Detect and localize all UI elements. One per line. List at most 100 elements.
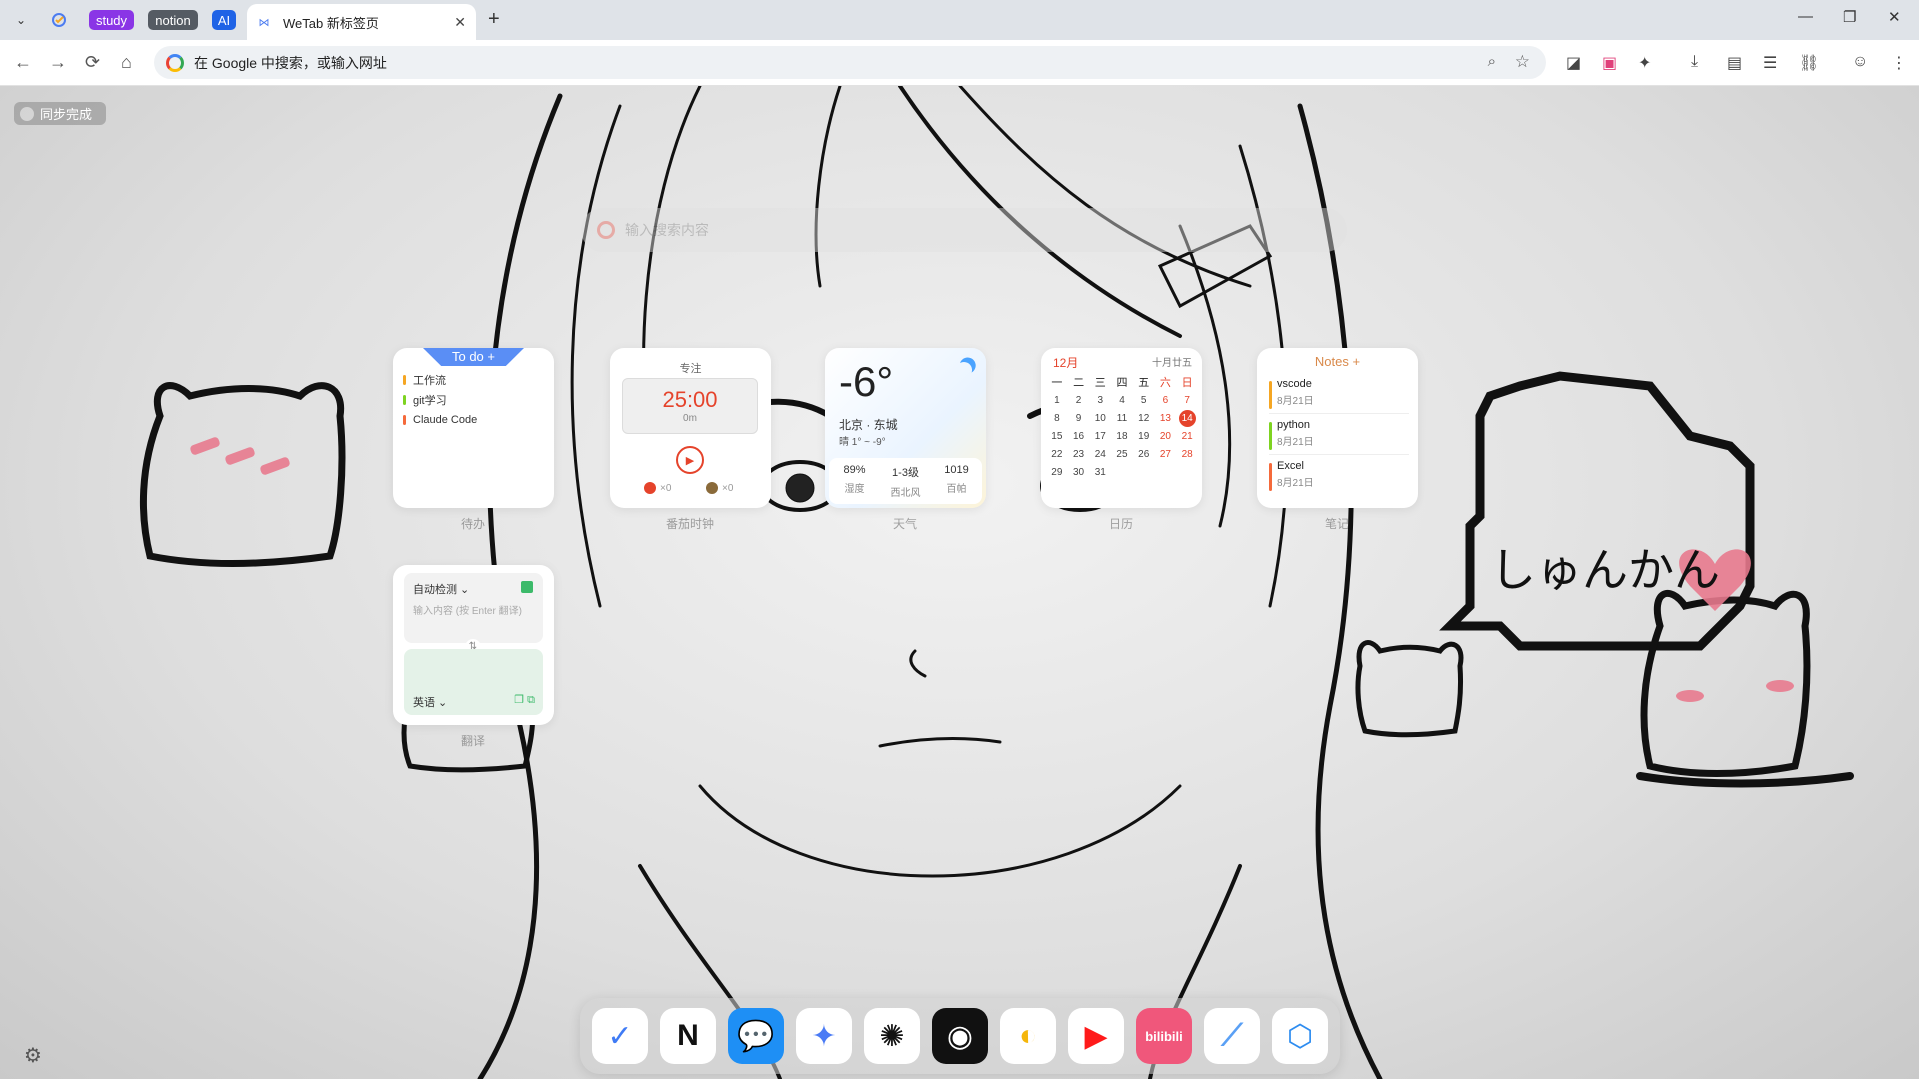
tab-wetab[interactable]: ⋈ WeTab 新标签页 ✕ (247, 4, 476, 40)
calendar-day[interactable]: 13 (1155, 409, 1177, 427)
address-bar[interactable]: 在 Google 中搜索，或输入网址 ⌕ ☆ (154, 46, 1546, 79)
calendar-day[interactable]: 5 (1133, 391, 1155, 409)
calendar-widget[interactable]: 12月 十月廿五 一二三四五六日 1 2 3 4 5 6 7 8 9 10 11 12 13 14 15 16 1… (1041, 348, 1202, 508)
reload-button[interactable]: ⟳ (85, 52, 100, 73)
extension-translate-icon[interactable]: ▣ (1602, 53, 1617, 73)
calendar-day[interactable]: 11 (1111, 409, 1133, 427)
artwork-text: しゅんかん (1490, 543, 1720, 597)
calendar-day[interactable]: 31 (1089, 463, 1111, 481)
pinned-tab-ai[interactable]: AI (212, 10, 236, 30)
tab-label: study (95, 12, 128, 28)
zoom-icon[interactable]: ⌕ (1488, 53, 1496, 70)
extension-send-icon[interactable]: ◪ (1566, 53, 1581, 73)
todo-add-button[interactable]: To do + (423, 348, 524, 366)
note-item[interactable]: python 8月21日 (1269, 419, 1409, 455)
calendar-day[interactable]: 6 (1155, 391, 1177, 409)
dock-app-messages[interactable]: 💬 (728, 1008, 784, 1064)
dock-app-notes-app[interactable]: ◐ (1000, 1008, 1056, 1064)
pinned-tab-study[interactable]: study (89, 10, 134, 30)
search-engine-icon[interactable] (597, 221, 615, 239)
target-language-select[interactable]: 英语 ⌄ (413, 694, 447, 710)
calendar-day[interactable]: 19 (1133, 427, 1155, 445)
notes-add-button[interactable]: Notes + (1257, 354, 1418, 369)
calendar-day[interactable]: 26 (1133, 445, 1155, 463)
notes-widget[interactable]: Notes + vscode 8月21日 python 8月21日 Excel 8月2… (1257, 348, 1418, 508)
pinned-tab-notion[interactable]: notion (148, 10, 198, 30)
bookmark-star-icon[interactable]: ☆ (1515, 52, 1530, 72)
dock-app-notion[interactable]: N (660, 1008, 716, 1064)
dock-app-ticktick[interactable]: ✓ (592, 1008, 648, 1064)
weather-widget[interactable]: -6° 北京 · 东城 晴 1° ~ -9° 89% 湿度 1-3级 西北风 101… (825, 348, 986, 508)
day-number: 13 (1159, 412, 1171, 424)
home-button[interactable]: ⌂ (121, 52, 132, 73)
pinned-tab-ticktick[interactable] (48, 10, 70, 30)
copy-icon[interactable]: ❐ ⧉ (514, 693, 535, 707)
translate-widget[interactable]: 自动检测 ⌄ 输入内容 (按 Enter 翻译) ⇅ 英语 ⌄ ❐ ⧉ (393, 565, 554, 725)
minimize-button[interactable]: — (1798, 8, 1813, 25)
note-name: vscode (1277, 378, 1312, 390)
search-input[interactable]: 输入搜索内容 (581, 208, 1347, 252)
extensions-puzzle-icon[interactable]: ✦ (1638, 53, 1651, 73)
translate-source[interactable]: 自动检测 ⌄ 输入内容 (按 Enter 翻译) (404, 573, 543, 643)
calendar-day[interactable]: 24 (1089, 445, 1111, 463)
calendar-day[interactable]: 21 (1176, 427, 1198, 445)
calendar-day[interactable]: 27 (1155, 445, 1177, 463)
calendar-day[interactable]: 14 (1176, 409, 1198, 427)
day-number: 23 (1073, 448, 1085, 460)
restore-button[interactable]: ❐ (1843, 8, 1856, 26)
calendar-day[interactable]: 22 (1046, 445, 1068, 463)
calendar-day[interactable]: 12 (1133, 409, 1155, 427)
dock-app-chatgpt[interactable]: ✺ (864, 1008, 920, 1064)
google-translate-icon[interactable]: ▤ (1727, 53, 1742, 73)
calendar-day[interactable]: 1 (1046, 391, 1068, 409)
pomodoro-widget[interactable]: 专注 25:00 0m ▶ ×0 ×0 (610, 348, 771, 508)
calendar-day[interactable]: 28 (1176, 445, 1198, 463)
calendar-day[interactable]: 29 (1046, 463, 1068, 481)
tab-search-button[interactable]: ⌄ (10, 9, 32, 31)
calendar-day[interactable]: 30 (1068, 463, 1090, 481)
todo-item[interactable]: 工作流 (403, 372, 477, 388)
calendar-day[interactable]: 7 (1176, 391, 1198, 409)
reading-list-icon[interactable]: ☰ (1763, 53, 1777, 73)
calendar-day[interactable]: 9 (1068, 409, 1090, 427)
todo-widget[interactable]: To do + 工作流 git学习 Claude Code (393, 348, 554, 508)
dock-app-box[interactable]: ⬡ (1272, 1008, 1328, 1064)
dock-app-gemini[interactable]: ✦ (796, 1008, 852, 1064)
settings-gear-icon[interactable]: ⚙ (24, 1043, 42, 1068)
calendar-day[interactable]: 2 (1068, 391, 1090, 409)
dock-app-browser[interactable]: ⟋ (1204, 1008, 1260, 1064)
profile-avatar-icon[interactable]: ☺ (1852, 53, 1868, 71)
dock-app-bilibili[interactable]: bilibili (1136, 1008, 1192, 1064)
back-button[interactable]: ← (14, 52, 32, 73)
todo-list: 工作流 git学习 Claude Code (403, 372, 477, 432)
seed-icon (706, 482, 718, 494)
calendar-day[interactable]: 17 (1089, 427, 1111, 445)
todo-text: Claude Code (413, 414, 478, 426)
forward-button[interactable]: → (49, 52, 67, 73)
google-translate-icon[interactable] (521, 581, 533, 593)
new-tab-button[interactable]: + (488, 8, 500, 31)
more-menu-icon[interactable]: ⋮ (1891, 53, 1907, 73)
note-item[interactable]: vscode 8月21日 (1269, 378, 1409, 414)
todo-item[interactable]: Claude Code (403, 412, 477, 428)
close-window-button[interactable]: ✕ (1888, 8, 1901, 26)
link-icon[interactable]: ⛓ (1799, 53, 1819, 73)
calendar-day[interactable]: 20 (1155, 427, 1177, 445)
dock-app-github[interactable]: ◉ (932, 1008, 988, 1064)
calendar-day[interactable]: 18 (1111, 427, 1133, 445)
todo-item[interactable]: git学习 (403, 392, 477, 408)
note-item[interactable]: Excel 8月21日 (1269, 460, 1409, 496)
calendar-day[interactable]: 16 (1068, 427, 1090, 445)
calendar-day[interactable]: 25 (1111, 445, 1133, 463)
play-button[interactable]: ▶ (676, 446, 704, 474)
calendar-day[interactable]: 4 (1111, 391, 1133, 409)
dock-app-youtube[interactable]: ▶ (1068, 1008, 1124, 1064)
source-language-select[interactable]: 自动检测 ⌄ (413, 581, 469, 597)
calendar-day[interactable]: 10 (1089, 409, 1111, 427)
calendar-day[interactable]: 23 (1068, 445, 1090, 463)
downloads-icon[interactable]: ⤓ (1691, 53, 1698, 71)
calendar-day[interactable]: 3 (1089, 391, 1111, 409)
calendar-day[interactable]: 15 (1046, 427, 1068, 445)
close-tab-icon[interactable]: ✕ (454, 14, 466, 31)
calendar-day[interactable]: 8 (1046, 409, 1068, 427)
